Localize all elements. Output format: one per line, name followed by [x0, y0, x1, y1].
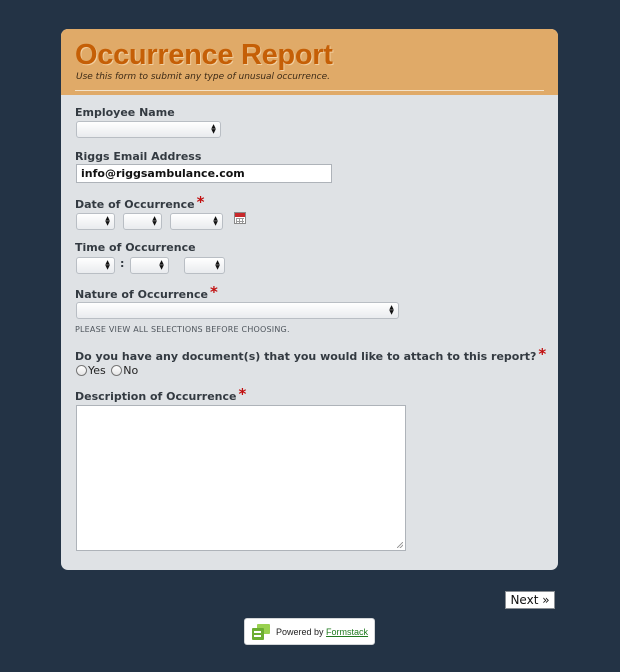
radio-option-yes[interactable]: Yes — [76, 364, 106, 377]
employee-name-label: Employee Name — [75, 106, 175, 119]
date-day-select[interactable]: ▲ ▼ — [123, 213, 162, 230]
date-label: Date of Occurrence * — [75, 193, 205, 212]
updown-arrows-icon: ▲ ▼ — [215, 259, 220, 271]
radio-button[interactable] — [76, 365, 87, 376]
date-month-select[interactable]: ▲ ▼ — [76, 213, 115, 230]
required-mark: * — [209, 283, 218, 301]
nature-note: PLEASE VIEW ALL SELECTIONS BEFORE CHOOSI… — [75, 325, 290, 334]
required-mark: * — [196, 193, 205, 211]
header-divider — [75, 90, 544, 91]
time-label: Time of Occurrence — [75, 241, 196, 254]
date-year-select[interactable]: ▲ ▼ — [170, 213, 223, 230]
description-textarea[interactable] — [76, 405, 406, 551]
updown-arrows-icon: ▲ ▼ — [105, 215, 110, 227]
radio-option-no[interactable]: No — [111, 364, 138, 377]
form-subtitle: Use this form to submit any type of unus… — [76, 72, 331, 82]
updown-arrows-icon: ▲ ▼ — [211, 123, 216, 135]
updown-arrows-icon: ▲ ▼ — [152, 215, 157, 227]
description-label: Description of Occurrence * — [75, 385, 247, 404]
formstack-logo-icon — [252, 624, 270, 640]
powered-by-text: Powered by Formstack — [276, 627, 369, 637]
formstack-link[interactable]: Formstack — [326, 627, 368, 637]
time-minute-select[interactable]: ▲ ▼ — [130, 257, 169, 274]
employee-name-select[interactable]: ▲ ▼ — [76, 121, 221, 138]
updown-arrows-icon: ▲ ▼ — [213, 215, 218, 227]
required-mark: * — [538, 345, 547, 363]
powered-by-badge[interactable]: Powered by Formstack — [244, 618, 375, 645]
resize-handle-icon[interactable] — [397, 542, 403, 548]
email-field[interactable]: info@riggsambulance.com — [76, 164, 332, 183]
nature-label: Nature of Occurrence * — [75, 283, 218, 302]
nature-select[interactable]: ▲ ▼ — [76, 302, 399, 319]
form-title: Occurrence Report — [75, 39, 333, 71]
documents-radio-group: Yes No — [76, 364, 140, 377]
calendar-icon[interactable] — [234, 212, 246, 224]
time-ampm-select[interactable]: ▲ ▼ — [184, 257, 225, 274]
updown-arrows-icon: ▲ ▼ — [105, 259, 110, 271]
radio-button[interactable] — [111, 365, 123, 376]
next-button[interactable]: Next » — [505, 591, 555, 609]
updown-arrows-icon: ▲ ▼ — [159, 259, 164, 271]
form-card: Occurrence Report Use this form to submi… — [61, 29, 558, 570]
updown-arrows-icon: ▲ ▼ — [389, 304, 394, 316]
email-label: Riggs Email Address — [75, 150, 202, 163]
documents-label: Do you have any document(s) that you wou… — [75, 345, 547, 364]
required-mark: * — [238, 385, 247, 403]
time-hour-select[interactable]: ▲ ▼ — [76, 257, 115, 274]
time-separator: : — [120, 257, 125, 270]
form-header: Occurrence Report Use this form to submi… — [61, 29, 558, 95]
